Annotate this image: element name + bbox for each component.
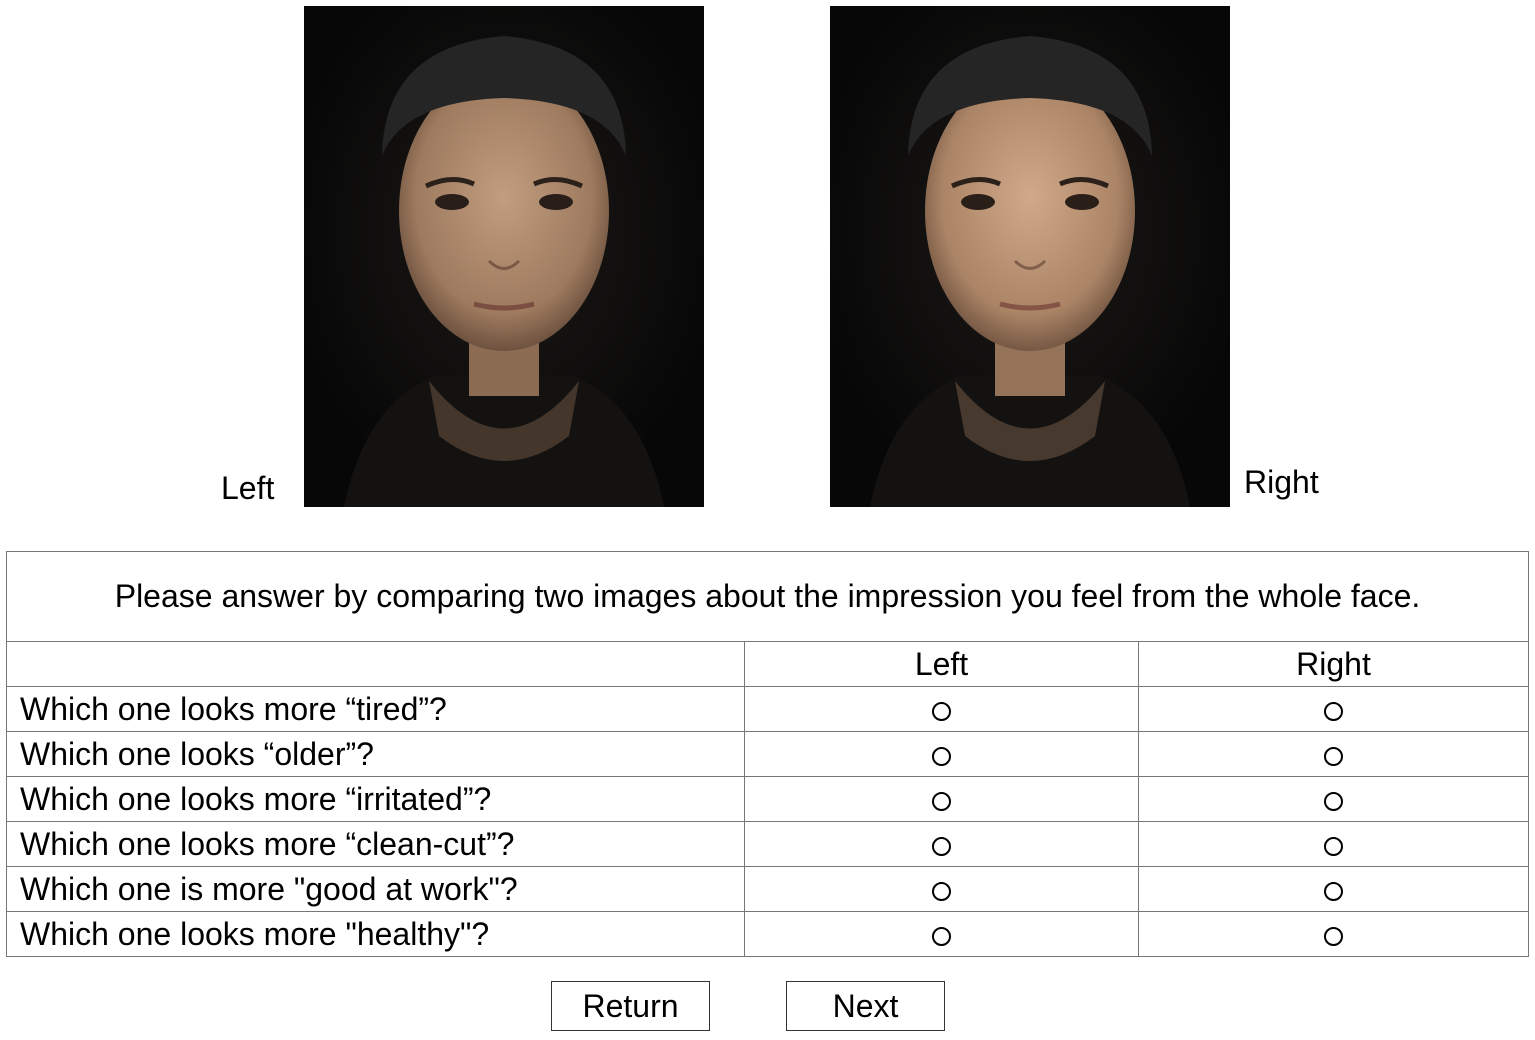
column-header-left: Left <box>744 641 1139 687</box>
table-row: Which one looks more “irritated”? <box>6 776 1530 822</box>
table-row: Which one looks “older”? <box>6 731 1530 777</box>
left-face-image <box>304 6 704 507</box>
radio-healthy-right[interactable] <box>1324 926 1343 946</box>
column-header-empty <box>6 641 745 687</box>
question-older: Which one looks “older”? <box>6 731 745 777</box>
radio-tired-left[interactable] <box>932 701 951 721</box>
question-good-at-work: Which one is more "good at work"? <box>6 866 745 912</box>
column-header-right: Right <box>1137 641 1530 687</box>
left-image-label: Left <box>221 470 275 506</box>
radio-clean-cut-right[interactable] <box>1324 836 1343 856</box>
comparison-survey-table: Please answer by comparing two images ab… <box>5 551 1530 957</box>
radio-good-at-work-left[interactable] <box>932 881 951 901</box>
right-image-label: Right <box>1244 464 1319 500</box>
next-button[interactable]: Next <box>786 981 945 1031</box>
table-row: Which one looks more “tired”? <box>6 686 1530 732</box>
question-irritated: Which one looks more “irritated”? <box>6 776 745 822</box>
table-row: Which one looks more "healthy"? <box>6 911 1530 957</box>
table-row: Which one is more "good at work"? <box>6 866 1530 912</box>
table-row: Which one looks more “clean-cut”? <box>6 821 1530 867</box>
radio-healthy-left[interactable] <box>932 926 951 946</box>
instruction-text: Please answer by comparing two images ab… <box>5 551 1530 642</box>
radio-good-at-work-right[interactable] <box>1324 881 1343 901</box>
question-healthy: Which one looks more "healthy"? <box>6 911 745 957</box>
radio-clean-cut-left[interactable] <box>932 836 951 856</box>
radio-irritated-left[interactable] <box>932 791 951 811</box>
return-button[interactable]: Return <box>551 981 710 1031</box>
radio-older-left[interactable] <box>932 746 951 766</box>
question-clean-cut: Which one looks more “clean-cut”? <box>6 821 745 867</box>
question-tired: Which one looks more “tired”? <box>6 686 745 732</box>
radio-tired-right[interactable] <box>1324 701 1343 721</box>
table-header-row: Left Right <box>6 641 1530 687</box>
radio-irritated-right[interactable] <box>1324 791 1343 811</box>
right-face-image <box>830 6 1230 507</box>
radio-older-right[interactable] <box>1324 746 1343 766</box>
